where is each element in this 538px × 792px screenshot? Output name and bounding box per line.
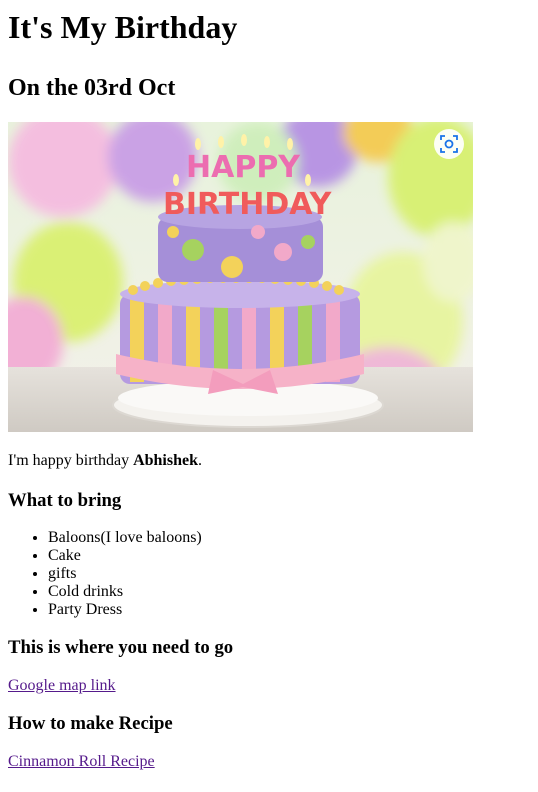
date-heading: On the 03rd Oct (8, 75, 176, 101)
recipe-heading: How to make Recipe (8, 713, 173, 734)
birthday-name: Abhishek (133, 452, 198, 469)
bring-heading: What to bring (8, 490, 122, 511)
recipe-paragraph: Cinnamon Roll Recipe (8, 753, 530, 771)
google-map-link[interactable]: Google map link (8, 677, 116, 694)
location-paragraph: Google map link (8, 677, 530, 695)
cake-text-happy: HAPPY (186, 150, 301, 185)
list-item: Cake (48, 547, 530, 565)
intro-suffix: . (198, 452, 202, 469)
intro-text: I'm happy birthday Abhishek. (8, 452, 530, 470)
page-content: It's My Birthday On the 03rd Oct HAPPY B… (0, 0, 538, 771)
cake-text-birthday: BIRTHDAY (163, 187, 333, 222)
list-item: gifts (48, 565, 530, 583)
bring-list: Baloons(I love baloons) Cake gifts Cold … (8, 529, 530, 619)
location-heading: This is where you need to go (8, 637, 234, 658)
list-item: Party Dress (48, 601, 530, 619)
intro-prefix: I'm happy birthday (8, 452, 134, 469)
list-item: Cold drinks (48, 583, 530, 601)
page-title: It's My Birthday (8, 9, 238, 45)
birthday-cake-image: HAPPY BIRTHDAY (8, 122, 473, 432)
recipe-link[interactable]: Cinnamon Roll Recipe (8, 753, 155, 770)
visual-search-icon[interactable] (434, 129, 464, 159)
list-item: Baloons(I love baloons) (48, 529, 530, 547)
cake-illustration: HAPPY BIRTHDAY (8, 122, 473, 432)
